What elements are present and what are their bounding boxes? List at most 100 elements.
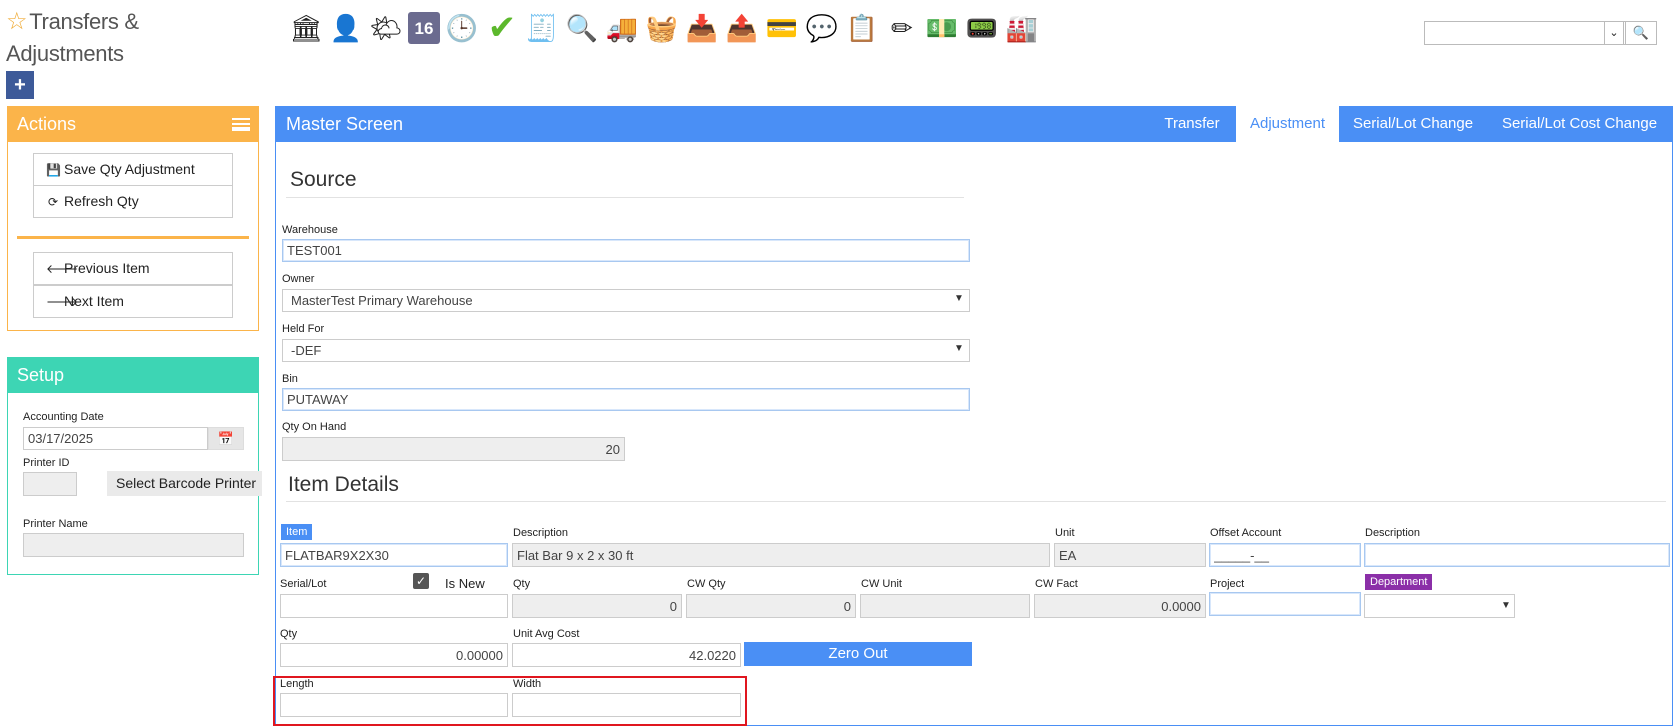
global-search-input[interactable]	[1424, 21, 1628, 45]
refresh-qty-label: Refresh Qty	[64, 193, 139, 209]
truck-icon[interactable]: 🚚	[604, 10, 640, 46]
clipboard-icon[interactable]: 📋	[844, 10, 880, 46]
cw-unit-input[interactable]	[860, 594, 1030, 618]
star-icon[interactable]: ☆	[6, 8, 28, 35]
outbox-upload-icon[interactable]: 📤	[724, 10, 760, 46]
offset-account-label: Offset Account	[1210, 527, 1282, 539]
hamburger-menu-icon[interactable]	[232, 118, 250, 131]
tab-serial-lot-cost-change[interactable]: Serial/Lot Cost Change	[1492, 106, 1667, 142]
owner-select[interactable]: MasterTest Primary Warehouse	[282, 289, 970, 312]
page-title: ☆Transfers & Adjustments	[6, 6, 206, 70]
serial-lot-input[interactable]	[280, 594, 508, 618]
clock-icon[interactable]: 🕒	[444, 10, 480, 46]
pencil-doc-icon[interactable]: ✏	[884, 10, 920, 46]
printer-name-label: Printer Name	[23, 518, 88, 530]
offset-account-input[interactable]	[1209, 543, 1361, 567]
tab-adjustment[interactable]: Adjustment	[1235, 106, 1340, 142]
setup-header: Setup	[7, 357, 259, 393]
printer-name-input[interactable]	[23, 533, 244, 557]
warehouse-input[interactable]	[282, 239, 970, 262]
search-button[interactable]: 🔍	[1625, 21, 1657, 45]
refresh-icon: ⟳	[47, 195, 59, 209]
department-select[interactable]	[1364, 594, 1515, 618]
printer-id-input[interactable]	[23, 472, 77, 496]
cw-fact-input[interactable]	[1034, 594, 1206, 618]
source-section-title: Source	[290, 168, 357, 191]
actions-header: Actions	[7, 106, 259, 142]
highlight-box	[273, 676, 747, 726]
cw-qty-input[interactable]	[686, 594, 856, 618]
is-new-checkbox[interactable]: ✓	[413, 573, 429, 589]
save-icon: 💾	[46, 163, 61, 177]
calendar-button[interactable]: 📅	[208, 427, 244, 450]
weather-icon[interactable]: 🌤	[368, 10, 404, 46]
actions-divider	[17, 236, 249, 239]
save-qty-adjustment-label: Save Qty Adjustment	[64, 161, 195, 177]
master-screen-frame	[275, 106, 1673, 726]
item-label: Item	[281, 524, 313, 540]
unit-avg-cost-label: Unit Avg Cost	[513, 628, 580, 640]
description2-label: Description	[1365, 527, 1421, 539]
plus-icon: +	[14, 74, 26, 96]
select-barcode-printer-button[interactable]: Select Barcode Printer	[107, 471, 262, 496]
printer-id-label: Printer ID	[23, 457, 70, 469]
arrow-right-icon: 🡒	[46, 295, 79, 309]
description-input[interactable]	[512, 543, 1050, 567]
project-label: Project	[1210, 578, 1245, 590]
register-icon[interactable]: 🧾	[524, 10, 560, 46]
description-label: Description	[513, 527, 569, 539]
magnifier-icon[interactable]: 🔍	[564, 10, 600, 46]
cw-qty-label: CW Qty	[687, 578, 726, 590]
factory-icon[interactable]: 🏭	[1004, 10, 1040, 46]
master-screen-title: Master Screen	[286, 114, 404, 134]
description2-input[interactable]	[1364, 543, 1670, 567]
unit-input[interactable]	[1054, 543, 1206, 567]
calendar-icon: 📅	[217, 431, 235, 446]
held-for-label: Held For	[282, 323, 325, 335]
tab-transfer[interactable]: Transfer	[1152, 106, 1232, 142]
calendar-16-icon[interactable]: 16	[408, 12, 440, 44]
held-for-value: -DEF	[291, 343, 322, 358]
hand-money-icon[interactable]: 💳	[764, 10, 800, 46]
inbox-download-icon[interactable]: 📥	[684, 10, 720, 46]
unit-avg-cost-input[interactable]	[512, 643, 741, 667]
checkmark-icon: ✓	[415, 574, 427, 588]
qty-input[interactable]	[280, 643, 508, 667]
tab-serial-lot-change[interactable]: Serial/Lot Change	[1342, 106, 1484, 142]
owner-label: Owner	[282, 273, 315, 285]
user-icon[interactable]: 👤	[328, 10, 364, 46]
checkmark-icon[interactable]: ✔	[484, 10, 520, 46]
save-qty-adjustment-button[interactable]: 💾 Save Qty Adjustment	[33, 153, 233, 186]
owner-chevron-icon: ▼	[954, 293, 964, 304]
cash-icon[interactable]: 💵	[924, 10, 960, 46]
cw-unit-label: CW Unit	[861, 578, 902, 590]
next-item-button[interactable]: 🡒Next Item	[33, 285, 233, 318]
serial-lot-label: Serial/Lot	[280, 578, 327, 590]
refresh-qty-button[interactable]: ⟳ Refresh Qty	[33, 185, 233, 218]
toolbar: 🏛 👤 🌤 16 🕒 ✔ 🧾 🔍 🚚 🧺 📥 📤 💳 💬 📋 ✏ 💵 📟 🏭	[288, 10, 1040, 50]
item-details-section-title: Item Details	[288, 473, 399, 496]
setup-title: Setup	[17, 365, 65, 385]
held-for-select[interactable]: -DEF	[282, 339, 970, 362]
bin-input[interactable]	[282, 388, 970, 411]
search-dropdown-icon[interactable]: ⌄	[1604, 21, 1624, 45]
dashboard-icon[interactable]: 📟	[964, 10, 1000, 46]
search-icon: 🔍	[1632, 25, 1650, 40]
accounting-date-input[interactable]	[23, 427, 208, 450]
dollar-chat-icon[interactable]: 💬	[804, 10, 840, 46]
item-input[interactable]	[280, 543, 508, 567]
source-divider	[286, 197, 964, 198]
qty2-label: Qty	[280, 628, 298, 640]
zero-out-button[interactable]: Zero Out	[744, 642, 972, 666]
item-details-divider	[286, 501, 1666, 502]
project-input[interactable]	[1209, 592, 1361, 616]
add-button[interactable]: +	[6, 71, 34, 99]
basket-icon[interactable]: 🧺	[644, 10, 680, 46]
department-chevron-icon: ▼	[1501, 600, 1511, 611]
bank-icon[interactable]: 🏛	[288, 10, 324, 46]
previous-item-label: Previous Item	[64, 260, 150, 276]
next-item-label: Next Item	[64, 293, 124, 309]
qty-readonly-input[interactable]	[512, 594, 682, 618]
qty-on-hand-input[interactable]	[282, 437, 625, 461]
previous-item-button[interactable]: 🡐Previous Item	[33, 252, 233, 285]
